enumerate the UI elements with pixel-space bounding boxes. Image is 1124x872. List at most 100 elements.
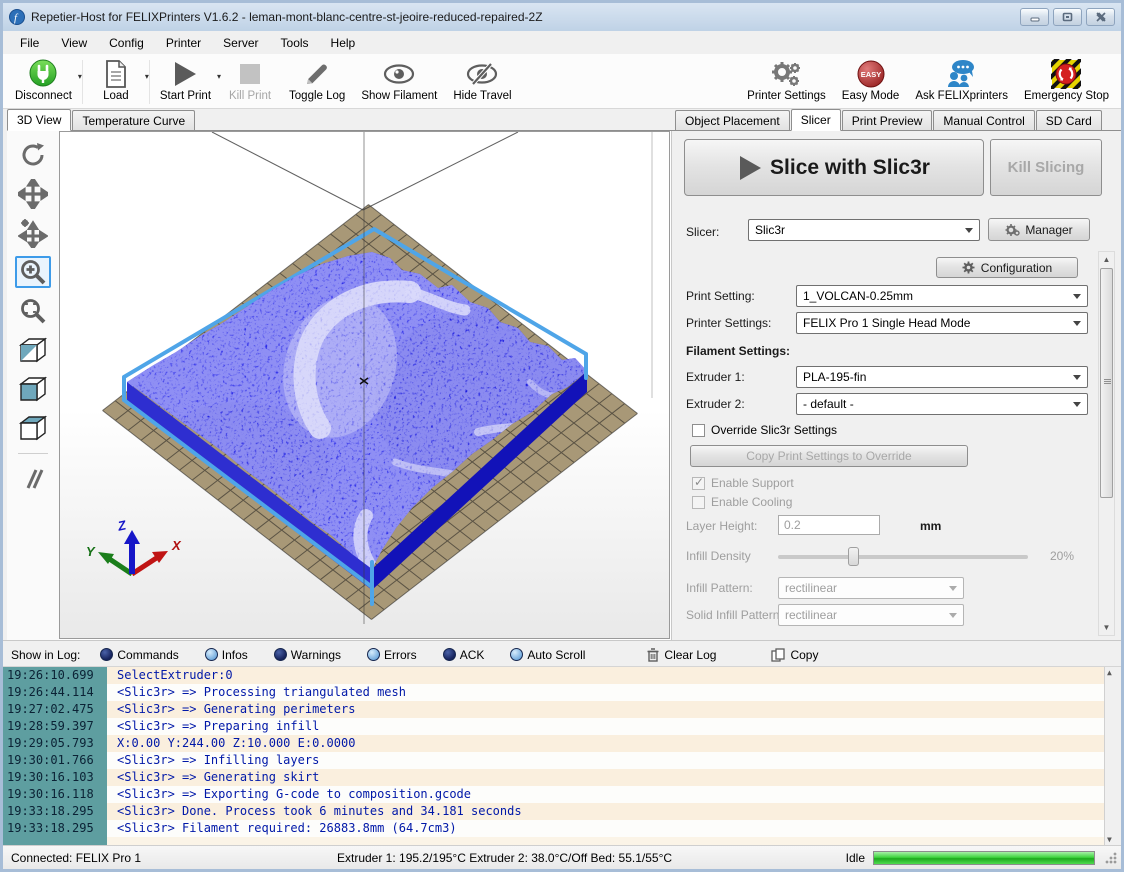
toggle-sphere-icon <box>274 648 287 661</box>
tab-manual-control[interactable]: Manual Control <box>933 110 1034 130</box>
dropdown-caret[interactable]: ▾ <box>145 72 149 81</box>
emergency-stop-button[interactable]: Emergency Stop <box>1016 56 1117 108</box>
view-isometric-tool[interactable] <box>15 334 51 366</box>
resize-grip[interactable] <box>1105 852 1117 864</box>
trash-icon <box>647 648 659 662</box>
infill-density-label: Infill Density <box>686 549 751 563</box>
view-front-tool[interactable] <box>15 373 51 405</box>
hide-travel-button[interactable]: Hide Travel <box>445 56 519 108</box>
show-filament-button[interactable]: Show Filament <box>353 56 445 108</box>
maximize-button[interactable] <box>1053 8 1082 26</box>
menu-item[interactable]: File <box>9 33 50 53</box>
play-icon <box>172 59 198 89</box>
slicer-panel: Slice with Slic3r Kill Slicing Slicer: S… <box>671 131 1121 640</box>
menu-item[interactable]: Config <box>98 33 155 53</box>
log-toggle[interactable]: ACK <box>437 646 491 664</box>
parallel-projection-tool[interactable] <box>15 463 51 495</box>
menu-item[interactable]: Tools <box>270 33 320 53</box>
log-entry: 19:27:02.475 <Slic3r> => Generating peri… <box>3 701 1121 718</box>
viewport-3d[interactable]: Y X Z <box>59 131 670 639</box>
tab-3d-view[interactable]: 3D View <box>7 109 71 131</box>
log-timestamp: 19:28:59.397 <box>3 718 107 735</box>
menu-item[interactable]: View <box>50 33 98 53</box>
toolbar-separator <box>82 60 83 104</box>
scroll-down-icon[interactable]: ▼ <box>1107 835 1112 844</box>
log-toggle[interactable]: Errors <box>361 646 423 664</box>
chevron-down-icon <box>949 613 957 618</box>
log-scrollbar[interactable]: ▲ ▼ <box>1104 667 1121 845</box>
extruder1-select[interactable]: PLA-195-fin <box>796 366 1088 388</box>
tab-print-preview[interactable]: Print Preview <box>842 110 933 130</box>
move-printhead-tool[interactable] <box>15 217 51 249</box>
enable-cooling-checkbox: Enable Cooling <box>692 495 792 509</box>
ask-felixprinters-button[interactable]: Ask FELIXprinters <box>907 56 1016 108</box>
log-message: <Slic3r> Done. Process took 6 minutes an… <box>107 803 1121 820</box>
log-toggle[interactable]: Commands <box>94 646 184 664</box>
axis-label-z: Z <box>115 517 128 534</box>
slice-button[interactable]: Slice with Slic3r <box>684 139 984 196</box>
log-entry: 19:26:10.699 SelectExtruder:0 <box>3 667 1121 684</box>
manager-button[interactable]: Manager <box>988 218 1090 241</box>
log-toggle[interactable]: Auto Scroll <box>504 646 591 664</box>
printer-settings-button[interactable]: Printer Settings <box>739 56 834 108</box>
configuration-button[interactable]: Configuration <box>936 257 1078 278</box>
log-entry: 19:33:18.295 <Slic3r> Filament required:… <box>3 820 1121 837</box>
print-setting-select[interactable]: 1_VOLCAN-0.25mm <box>796 285 1088 307</box>
clear-log-button[interactable]: Clear Log <box>639 646 724 664</box>
dropdown-caret[interactable]: ▾ <box>78 72 82 81</box>
eye-icon <box>382 59 416 89</box>
chevron-down-icon <box>1073 294 1081 299</box>
play-icon <box>738 155 762 181</box>
tab-object-placement[interactable]: Object Placement <box>675 110 790 130</box>
menu-item[interactable]: Help <box>320 33 367 53</box>
log-entry: 19:30:16.103 <Slic3r> => Generating skir… <box>3 769 1121 786</box>
tab-sd-card[interactable]: SD Card <box>1036 110 1102 130</box>
log-timestamp: 19:33:18.295 <box>3 803 107 820</box>
extruder2-select[interactable]: - default - <box>796 393 1088 415</box>
extruder1-label: Extruder 1: <box>686 370 745 384</box>
start-print-button[interactable]: ▾ Start Print <box>152 56 219 108</box>
load-button[interactable]: ▾ Load <box>85 56 147 108</box>
close-button[interactable] <box>1086 8 1115 26</box>
view-tabstrip: 3D View Temperature Curve <box>7 109 671 131</box>
zoom-in-tool[interactable] <box>15 256 51 288</box>
menu-item[interactable]: Printer <box>155 33 212 53</box>
gear-icon <box>1005 223 1020 237</box>
window-title: Repetier-Host for FELIXPrinters V1.6.2 -… <box>31 10 1014 24</box>
log-message: <Slic3r> => Generating perimeters <box>107 701 1121 718</box>
minimize-button[interactable] <box>1020 8 1049 26</box>
enable-support-checkbox: Enable Support <box>692 476 794 490</box>
scrollbar-thumb[interactable] <box>1100 268 1113 498</box>
toggle-log-button[interactable]: Toggle Log <box>281 56 353 108</box>
log-toggle[interactable]: Warnings <box>268 646 347 664</box>
printer-settings-select[interactable]: FELIX Pro 1 Single Head Mode <box>796 312 1088 334</box>
log-message: SelectExtruder:0 <box>107 667 1121 684</box>
layer-height-label: Layer Height: <box>686 519 757 533</box>
scroll-up-icon[interactable]: ▲ <box>1107 668 1112 677</box>
log-entry: 19:30:16.118 <Slic3r> => Exporting G-cod… <box>3 786 1121 803</box>
log-area[interactable]: 19:26:10.699 SelectExtruder:0 19:26:44.1… <box>3 667 1121 845</box>
copy-log-button[interactable]: Copy <box>763 646 826 664</box>
scroll-up-icon[interactable]: ▲ <box>1099 252 1114 267</box>
chevron-down-icon <box>1073 402 1081 407</box>
menu-item[interactable]: Server <box>212 33 269 53</box>
tab-temperature-curve[interactable]: Temperature Curve <box>72 110 195 130</box>
move-view-tool[interactable] <box>15 178 51 210</box>
tab-slicer[interactable]: Slicer <box>791 109 841 131</box>
log-entry: 19:26:44.114 <Slic3r> => Processing tria… <box>3 684 1121 701</box>
toolstrip-divider <box>18 453 48 454</box>
temperature-status: Extruder 1: 195.2/195°C Extruder 2: 38.0… <box>337 851 846 865</box>
solid-infill-pattern-label: Solid Infill Pattern: <box>686 608 783 622</box>
zoom-fit-tool[interactable] <box>15 295 51 327</box>
slicer-scrollbar[interactable]: ▲ ▼ <box>1098 251 1115 636</box>
view-top-tool[interactable] <box>15 412 51 444</box>
easy-mode-button[interactable]: EASY Easy Mode <box>834 56 908 108</box>
scroll-down-icon[interactable]: ▼ <box>1099 620 1114 635</box>
disconnect-button[interactable]: ▾ Disconnect <box>7 56 80 108</box>
rotate-view-tool[interactable] <box>15 139 51 171</box>
log-message: <Slic3r> Filament required: 26883.8mm (6… <box>107 820 1121 837</box>
slicer-select[interactable]: Slic3r <box>748 219 980 241</box>
chevron-down-icon <box>965 228 973 233</box>
log-toggle[interactable]: Infos <box>199 646 254 664</box>
override-slic3r-checkbox[interactable]: Override Slic3r Settings <box>692 423 837 437</box>
